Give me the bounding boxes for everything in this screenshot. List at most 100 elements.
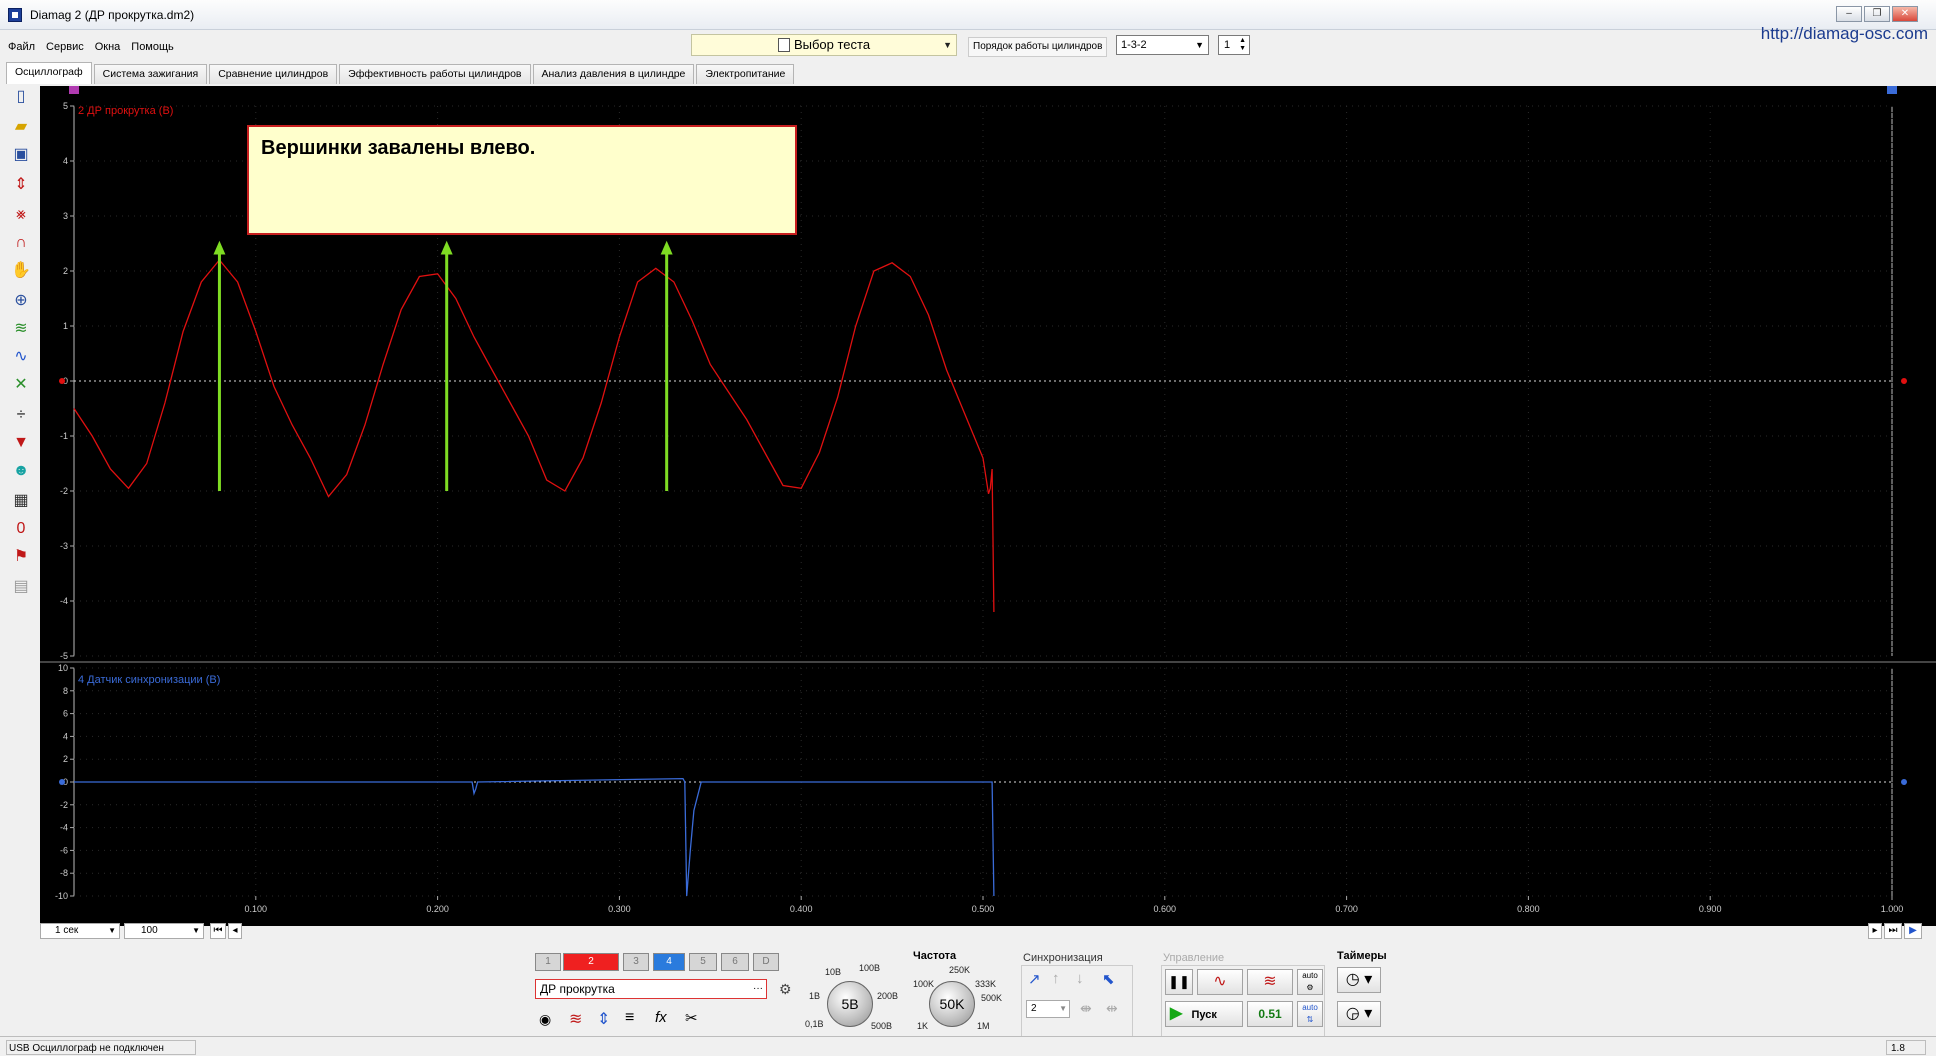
auto-sync-button[interactable]: auto ⇅ — [1297, 1001, 1323, 1027]
save-icon[interactable]: ▣ — [8, 142, 34, 168]
annotation-arrow-head — [440, 240, 453, 255]
tab-pressure-analysis[interactable]: Анализ давления в цилиндре — [532, 64, 695, 84]
menu-help[interactable]: Помощь — [123, 38, 177, 56]
marker-add-icon[interactable]: ⚑ — [8, 544, 34, 570]
zoom-select[interactable]: 100 ▼ — [124, 923, 204, 939]
spin-arrows-icon: ▲ ▼ — [1239, 37, 1246, 52]
channel-2-button[interactable]: 2 — [563, 953, 619, 971]
cursor-measure-icon[interactable]: ⨳ — [8, 202, 34, 228]
pause-button[interactable]: ❚❚ — [1165, 969, 1193, 995]
fire-order-dropdown[interactable]: 1-3-2 ▼ — [1116, 35, 1209, 55]
channel-5-button[interactable]: 5 — [689, 953, 717, 971]
x-tick-label: 0.800 — [1517, 904, 1540, 914]
test-select-dropdown[interactable]: Выбор теста ▼ — [691, 34, 957, 56]
voltage-knob[interactable]: 5В — [827, 981, 873, 1027]
menu-file[interactable]: Файл — [0, 38, 38, 56]
sync-title: Синхронизация — [1023, 952, 1103, 964]
level-marker-left — [59, 779, 65, 785]
continuous-button[interactable]: ≋ — [1247, 969, 1293, 995]
annotation-note[interactable]: Вершинки завалены влево. — [247, 125, 797, 235]
scroll-left-button[interactable]: ◂ — [228, 923, 242, 939]
hand-pan-icon[interactable]: ✋ — [8, 258, 34, 284]
chevron-down-icon: ▼ — [1195, 40, 1204, 50]
sync-level-icon[interactable]: ⇼ — [1080, 1000, 1092, 1017]
channel-4-button[interactable]: 4 — [653, 953, 685, 971]
channel-4-trace — [74, 777, 995, 897]
fire-order-value: 1-3-2 — [1121, 39, 1147, 51]
rewind-button[interactable]: ⏮ — [210, 923, 226, 939]
channel-wave-icon[interactable]: ∿ — [8, 344, 34, 370]
notes-icon[interactable]: ▤ — [8, 574, 34, 600]
zoom-icon[interactable]: ⊕ — [8, 288, 34, 314]
sync-cursor-icon[interactable]: ⬉ — [1102, 970, 1115, 988]
status-bar: USB Осциллограф не подключен 1.8 — [0, 1036, 1936, 1056]
x-tick-label: 0.300 — [608, 904, 631, 914]
tab-power-supply[interactable]: Электропитание — [696, 64, 795, 84]
freq-tick-500k: 500K — [981, 993, 1003, 1003]
grid-icon[interactable]: ▦ — [8, 488, 34, 514]
sync-up-icon[interactable]: ↑ — [1052, 970, 1060, 987]
y-tick-label: -6 — [60, 845, 68, 855]
channel-overlay-icon[interactable]: ≋ — [8, 316, 34, 342]
fast-forward-button[interactable]: ⏭ — [1884, 923, 1902, 939]
sync-edge-rise-icon[interactable]: ↗ — [1028, 970, 1041, 988]
close-button[interactable]: ✕ — [1892, 6, 1918, 22]
y-tick-label: -4 — [60, 596, 68, 606]
rate-display[interactable]: 0.51 — [1247, 1001, 1293, 1027]
run-button[interactable]: ▶ Пуск — [1165, 1001, 1243, 1027]
arc-measure-icon[interactable]: ∩ — [8, 230, 34, 256]
channel-6-button[interactable]: 6 — [721, 953, 749, 971]
open-file-icon[interactable]: ▰ — [8, 114, 34, 140]
minimize-button[interactable]: – — [1836, 6, 1862, 22]
frequency-knob[interactable]: 50K — [929, 981, 975, 1027]
level-marker-right — [1901, 779, 1907, 785]
tab-ignition[interactable]: Система зажигания — [93, 64, 208, 84]
noise-filter-icon[interactable]: ≋ — [569, 1009, 582, 1029]
tab-cylinder-compare[interactable]: Сравнение цилиндров — [209, 64, 338, 84]
sync-channel-select[interactable]: 2 ▼ — [1026, 1000, 1070, 1018]
sync-down-icon[interactable]: ↓ — [1076, 970, 1084, 987]
auto-record-button[interactable]: auto ⚙ — [1297, 969, 1323, 995]
restore-button[interactable]: ❐ — [1864, 6, 1890, 22]
annotation-arrow-head — [660, 240, 673, 255]
tab-oscilloscope[interactable]: Осциллограф — [6, 62, 92, 84]
new-file-icon[interactable]: ▯ — [8, 84, 34, 110]
x-tick-label: 0.400 — [790, 904, 813, 914]
channel-invert-icon[interactable]: ✕ — [8, 372, 34, 398]
timer-1-button[interactable]: ◷ ▾ — [1337, 967, 1381, 993]
formula-icon[interactable]: fx — [655, 1009, 667, 1026]
timer-2-button[interactable]: ◶ ▾ — [1337, 1001, 1381, 1027]
annotation-arrow-head — [213, 240, 226, 255]
math-channel-icon[interactable]: ☻ — [8, 458, 34, 484]
channel-3-button[interactable]: 3 — [623, 953, 649, 971]
play-forward-button[interactable]: ▶ — [1904, 923, 1922, 939]
sync-pos-icon[interactable]: ⇹ — [1106, 1000, 1118, 1017]
tools-icon[interactable]: ✂ — [685, 1009, 698, 1027]
auto-scale-icon[interactable]: ⇕ — [8, 172, 34, 198]
time-per-div-select[interactable]: 1 сек ▼ — [40, 923, 120, 939]
channel-4-label: 4 Датчик синхронизации (В) — [78, 674, 221, 686]
chevron-down-icon: ▼ — [1059, 1004, 1067, 1013]
channel-d-button[interactable]: D — [753, 953, 779, 971]
scroll-right-button[interactable]: ▸ — [1868, 923, 1882, 939]
filter-icon[interactable]: ▼ — [8, 430, 34, 456]
probe-icon[interactable]: ◉ — [539, 1011, 551, 1028]
menu-windows[interactable]: Окна — [87, 38, 124, 56]
invert-icon[interactable]: ⇕ — [597, 1009, 610, 1029]
zero-level-icon[interactable]: 0 — [8, 516, 34, 542]
single-shot-button[interactable]: ∿ — [1197, 969, 1243, 995]
level-lines-icon[interactable]: ≡ — [625, 1009, 634, 1027]
sensor-settings-icon[interactable]: ⚙ — [779, 981, 792, 998]
test-document-icon — [777, 38, 790, 52]
menu-service[interactable]: Сервис — [38, 38, 87, 56]
cylinder-spinner[interactable]: 1 ▲ ▼ — [1218, 35, 1250, 55]
ellipsis-icon[interactable]: ··· — [753, 980, 763, 998]
tab-cylinder-efficiency[interactable]: Эффективность работы цилиндров — [339, 64, 531, 84]
channel-1-button[interactable]: 1 — [535, 953, 561, 971]
divider-icon[interactable]: ÷ — [8, 402, 34, 428]
tab-bar: Осциллограф Система зажигания Сравнение ци… — [6, 62, 796, 84]
freq-tick-250k: 250K — [949, 965, 971, 975]
site-url-link[interactable]: http://diamag-osc.com — [1761, 24, 1928, 44]
frequency-title: Частота — [913, 950, 957, 962]
sensor-name-field[interactable]: ДР прокрутка ··· — [535, 979, 767, 999]
